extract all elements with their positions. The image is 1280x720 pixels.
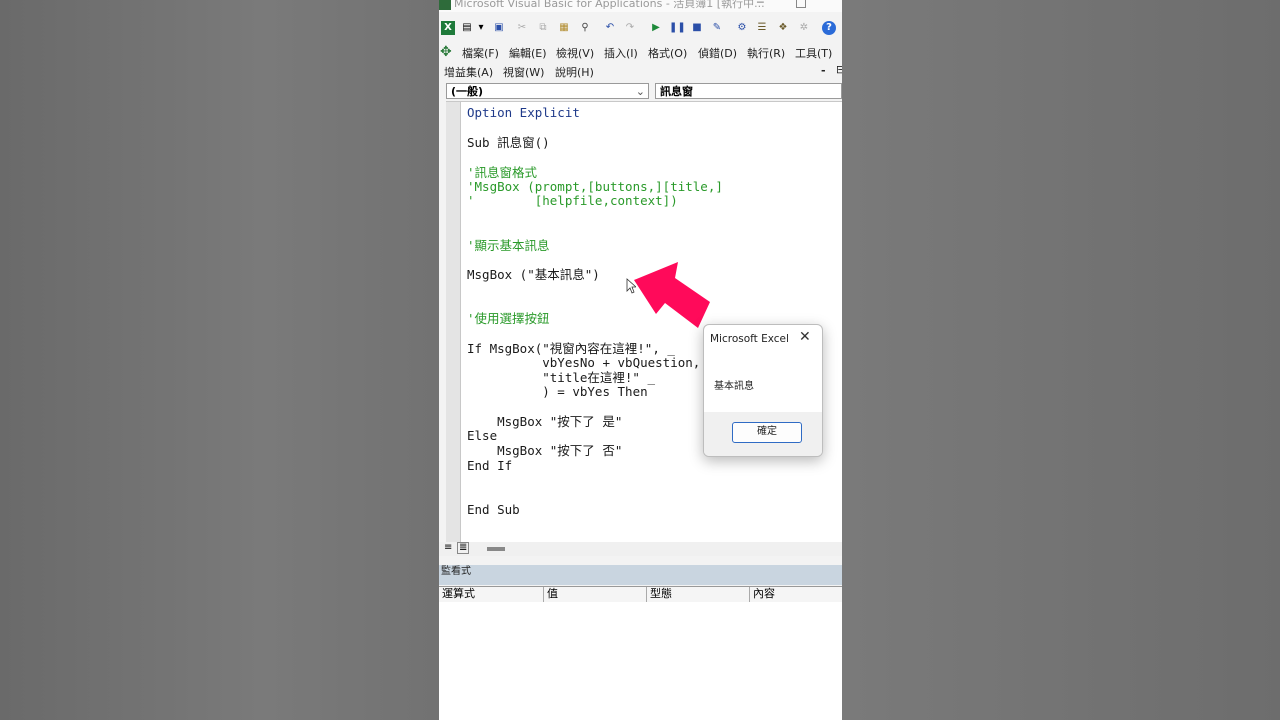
vba-menu-icon[interactable]: ✥ (440, 44, 452, 60)
background-left (0, 0, 439, 720)
code-line: MsgBox ("基本訊息") (467, 267, 600, 282)
full-module-view-icon[interactable]: ≣ (457, 542, 470, 554)
menu-format[interactable]: 格式(O) (648, 45, 687, 61)
redo-icon[interactable]: ↷ (623, 21, 637, 35)
project-explorer-icon[interactable]: ⚙ (735, 21, 749, 35)
watch-col-context[interactable]: 內容 (749, 587, 842, 602)
help-icon[interactable]: ? (822, 21, 836, 35)
code-line: '訊息窗格式 (467, 165, 538, 180)
menu-insert[interactable]: 插入(I) (604, 45, 638, 61)
window-title: Microsoft Visual Basic for Applications … (454, 0, 765, 10)
code-line: "title在這裡!" _ (467, 370, 656, 385)
run-icon[interactable]: ▶ (649, 21, 663, 35)
procedure-view-icon[interactable]: ≡ (444, 542, 452, 553)
watch-header: 運算式 值 型態 內容 (439, 586, 842, 603)
standard-toolbar: X ▤ ▾ ▣ ✂ ⧉ ▦ ⚲ ↶ ↷ ▶ ❚❚ ■ ✎ ⚙ ☰ ❖ ✲ ? (439, 19, 842, 39)
minimize-button[interactable]: ─ (757, 0, 764, 8)
red-pointer-arrow-icon (634, 262, 710, 328)
ok-button[interactable]: 確定 (732, 422, 802, 443)
title-bar: Microsoft Visual Basic for Applications … (439, 0, 842, 12)
procedure-dropdown-value: 訊息窗 (660, 85, 693, 98)
code-line: ' [helpfile,context]) (467, 193, 678, 208)
code-line: MsgBox "按下了 是" (467, 414, 623, 429)
menu-help[interactable]: 說明(H) (555, 64, 594, 80)
code-line: 'MsgBox (prompt,[buttons,][title,] (467, 179, 723, 194)
code-line: MsgBox "按下了 否" (467, 443, 623, 458)
dialog-title: Microsoft Excel (710, 333, 789, 345)
code-window-minimize-button[interactable]: - (821, 64, 826, 77)
toolbox-icon[interactable]: ✲ (797, 21, 811, 35)
object-dropdown[interactable]: (一般) ⌄ (446, 83, 649, 99)
dialog-message: 基本訊息 (714, 381, 754, 392)
properties-icon[interactable]: ☰ (755, 21, 769, 35)
code-line: Option Explicit (467, 105, 580, 120)
chevron-down-icon: ⌄ (635, 85, 645, 98)
code-line: '使用選擇按鈕 (467, 311, 550, 326)
code-line: End Sub (467, 502, 520, 517)
code-window-status-strip: ≡ ≣ (439, 542, 842, 556)
paste-icon[interactable]: ▦ (557, 21, 571, 35)
undo-icon[interactable]: ↶ (603, 21, 617, 35)
save-icon[interactable]: ▣ (492, 21, 506, 35)
menu-addins[interactable]: 增益集(A) (444, 64, 493, 80)
find-icon[interactable]: ⚲ (578, 21, 592, 35)
menu-edit[interactable]: 編輯(E) (509, 45, 547, 61)
horizontal-scrollbar-thumb[interactable] (487, 547, 505, 551)
watch-col-expression[interactable]: 運算式 (439, 587, 543, 602)
maximize-button[interactable] (796, 0, 806, 8)
menu-window[interactable]: 視窗(W) (503, 64, 544, 80)
menu-debug[interactable]: 偵錯(D) (698, 45, 737, 61)
copy-icon[interactable]: ⧉ (536, 21, 550, 35)
menu-view[interactable]: 檢視(V) (556, 45, 594, 61)
design-mode-icon[interactable]: ✎ (710, 21, 724, 35)
reset-icon[interactable]: ■ (690, 21, 704, 35)
break-icon[interactable]: ❚❚ (669, 21, 686, 35)
close-icon[interactable]: ✕ (799, 330, 811, 344)
code-line: vbYesNo + vbQuestion, _ (467, 355, 716, 370)
msgbox-dialog: Microsoft Excel ✕ 基本訊息 確定 (703, 324, 823, 457)
dialog-footer: 確定 (704, 412, 822, 456)
watch-col-type[interactable]: 型態 (646, 587, 749, 602)
object-browser-icon[interactable]: ❖ (776, 21, 790, 35)
code-line: If MsgBox("視窗內容在這裡!", _ (467, 341, 675, 356)
menu-bar: ✥ 檔案(F) 編輯(E) 檢視(V) 插入(I) 格式(O) 偵錯(D) 執行… (439, 42, 842, 80)
background-right (842, 0, 1280, 720)
insert-userform-icon[interactable]: ▤ (460, 21, 474, 35)
vba-app-icon (439, 0, 451, 10)
menu-file[interactable]: 檔案(F) (462, 45, 499, 61)
code-line: ) = vbYes Then (467, 384, 648, 399)
menu-tools[interactable]: 工具(T) (795, 45, 832, 61)
watch-list[interactable] (439, 602, 842, 720)
code-line: '顯示基本訊息 (467, 238, 550, 253)
watch-col-value[interactable]: 值 (543, 587, 646, 602)
excel-view-icon[interactable]: X (441, 21, 455, 35)
code-window-restore-button[interactable]: ⊟ (836, 63, 842, 76)
code-line: Else (467, 428, 498, 443)
code-line: End If (467, 458, 513, 473)
procedure-dropdown[interactable]: 訊息窗 (655, 83, 842, 99)
mouse-cursor-icon (626, 278, 636, 294)
cut-icon[interactable]: ✂ (515, 21, 529, 35)
watch-window-title: 監看式 (439, 565, 842, 585)
dropdown-arrow-icon[interactable]: ▾ (474, 21, 488, 35)
menu-run[interactable]: 執行(R) (747, 45, 785, 61)
object-dropdown-value: (一般) (451, 85, 484, 98)
code-line: Sub 訊息窗() (467, 135, 550, 150)
code-margin (446, 102, 461, 543)
